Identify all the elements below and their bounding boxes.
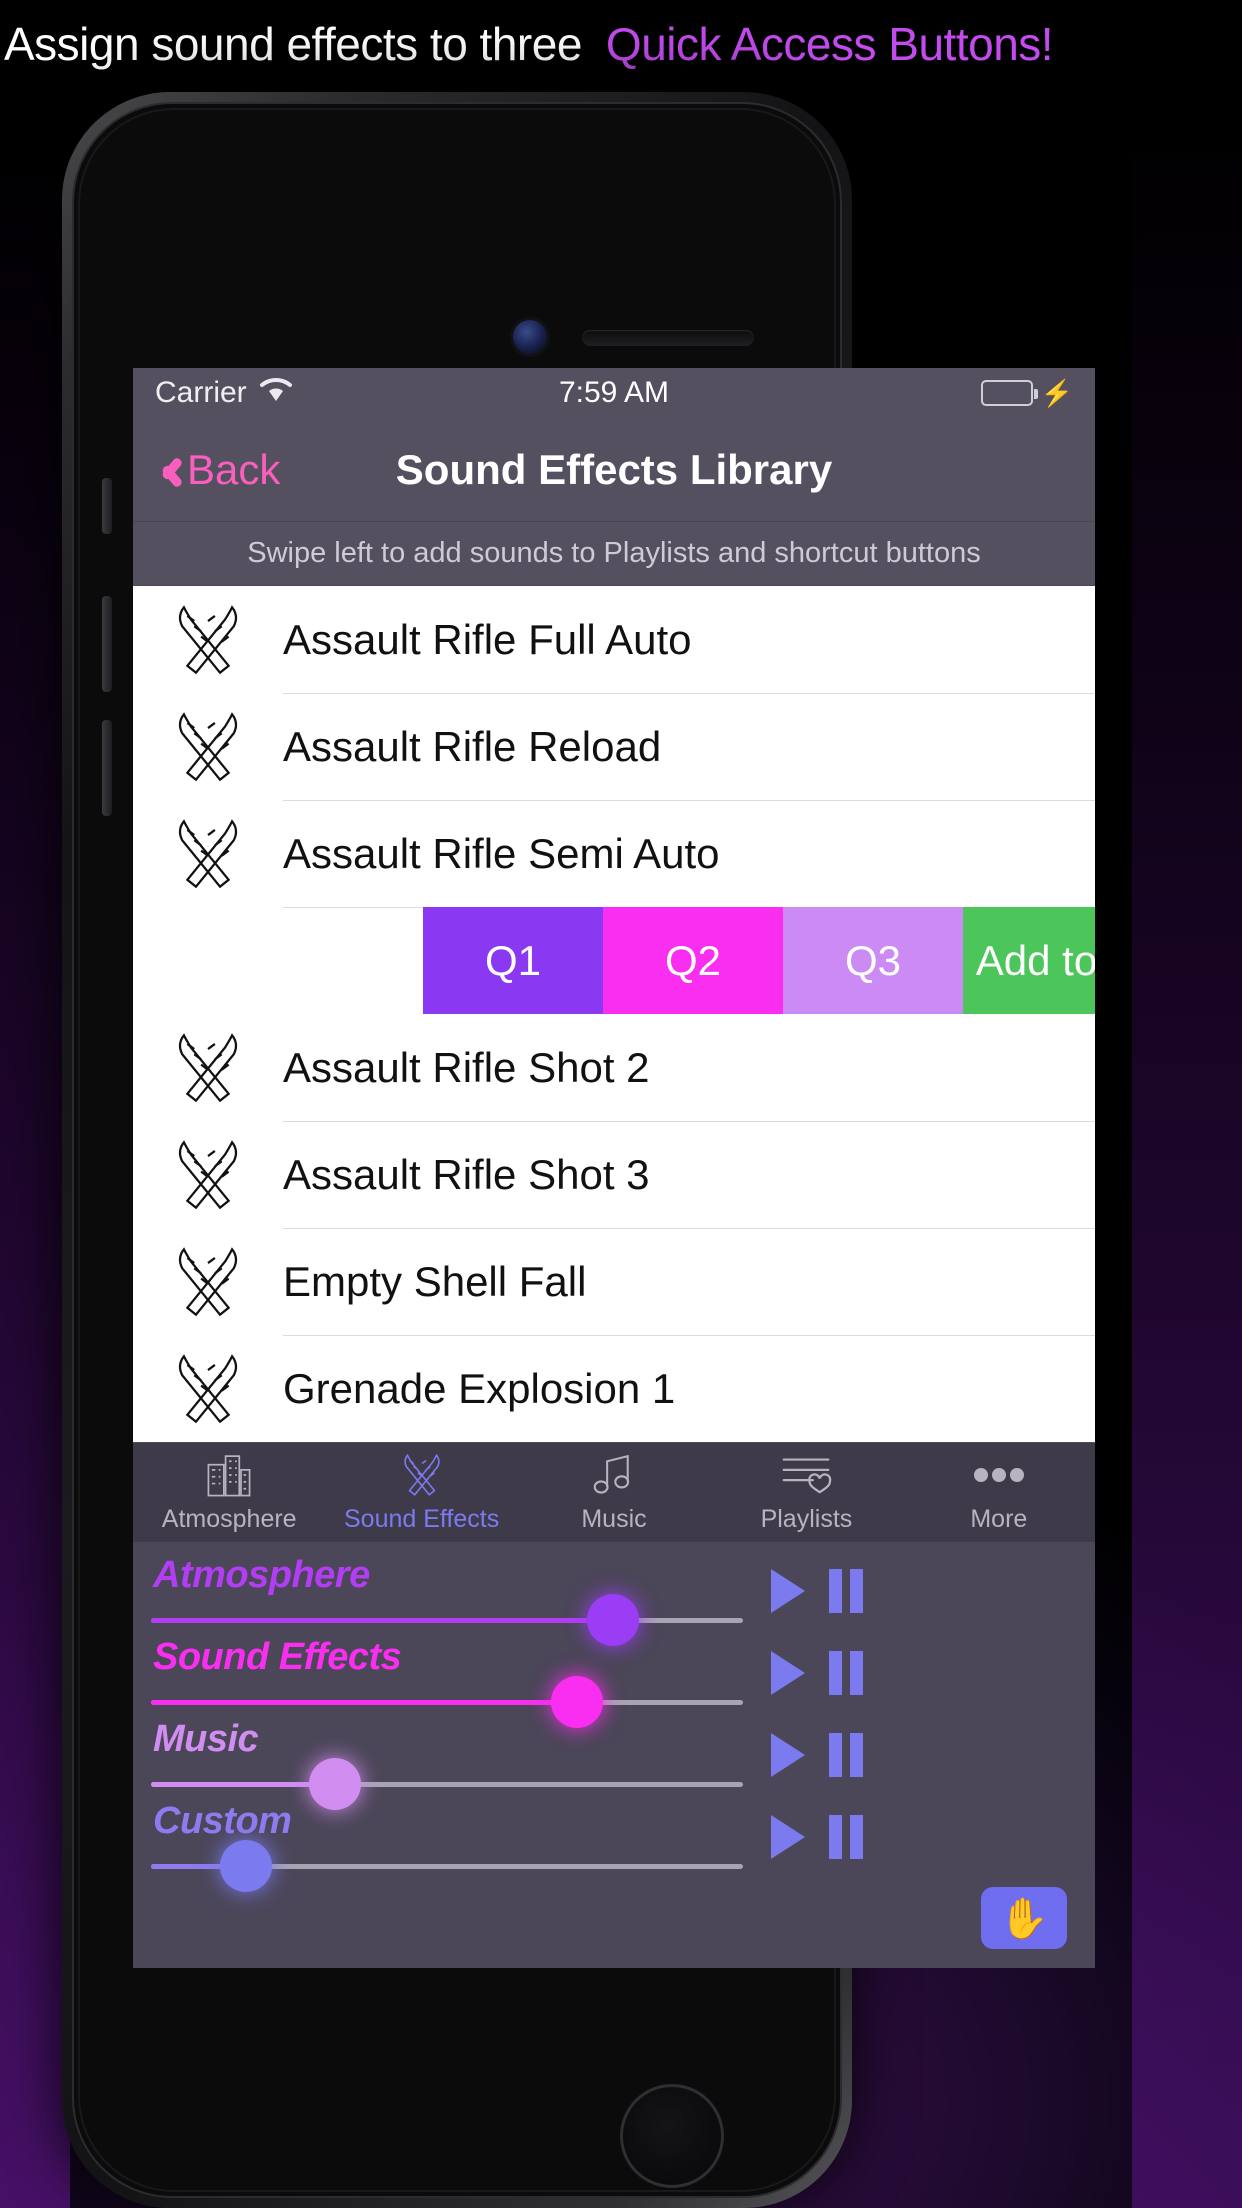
list-item[interactable]: Assault Rifle Shot 3	[133, 1121, 1095, 1228]
channel-label: Music	[153, 1717, 259, 1760]
swipe-action-label: Q2	[664, 936, 722, 984]
caption-part-1: Assign sound effects to three	[4, 18, 582, 70]
crossed-rifles-icon	[394, 1447, 450, 1503]
home-button[interactable]	[620, 2084, 724, 2188]
volume-up-button[interactable]	[102, 596, 112, 692]
hand-glyph: ✋	[999, 1896, 1049, 1941]
list-item-label: Empty Shell Fall	[283, 1257, 587, 1305]
volume-down-button[interactable]	[102, 720, 112, 816]
mixer-channel-music: Music	[133, 1714, 1095, 1810]
swipe-hint-bar: Swipe left to add sounds to Playlists an…	[133, 522, 1095, 586]
channel-label: Atmosphere	[153, 1553, 370, 1596]
swipe-actions-spacer	[133, 907, 423, 1014]
list-item[interactable]: Assault Rifle Semi Auto	[133, 800, 1095, 907]
battery-icon	[980, 380, 1038, 406]
list-item[interactable]: Empty Shell Fall	[133, 1228, 1095, 1335]
slider-music[interactable]: Music	[151, 1718, 743, 1810]
music-note-icon	[589, 1447, 639, 1503]
chevron-left-icon	[155, 451, 177, 489]
play-icon[interactable]	[771, 1733, 805, 1777]
list-item-label: Assault Rifle Semi Auto	[283, 829, 720, 877]
tab-more[interactable]: More	[903, 1447, 1095, 1534]
back-button[interactable]: Back	[133, 446, 280, 494]
play-icon[interactable]	[771, 1815, 805, 1859]
swipe-action-label: Q1	[484, 936, 542, 984]
tab-label: More	[970, 1505, 1028, 1533]
crossed-rifles-icon	[133, 1132, 283, 1218]
tab-label: Atmosphere	[161, 1505, 297, 1533]
crossed-rifles-icon	[133, 1239, 283, 1325]
quick-button-q1-action[interactable]: Q1	[423, 907, 603, 1014]
quick-button-q3-action[interactable]: Q3	[783, 907, 963, 1014]
background-glow-left	[0, 120, 70, 2208]
crossed-rifles-icon	[133, 704, 283, 790]
crossed-rifles-icon	[133, 1346, 283, 1432]
background-glow-right	[1132, 120, 1242, 2208]
transport-controls-atmosphere	[771, 1569, 863, 1613]
front-camera-icon	[513, 320, 547, 354]
transport-controls-music	[771, 1733, 863, 1777]
list-item-label: Assault Rifle Full Auto	[283, 615, 692, 663]
slider-atmosphere[interactable]: Atmosphere	[151, 1554, 743, 1646]
mixer-channel-sound-effects: Sound Effects	[133, 1632, 1095, 1728]
pause-icon[interactable]	[829, 1815, 863, 1859]
pause-icon[interactable]	[829, 1733, 863, 1777]
slider-custom[interactable]: Custom	[151, 1800, 743, 1892]
ellipsis-icon	[971, 1447, 1027, 1503]
pause-icon[interactable]	[829, 1651, 863, 1695]
tab-label: Sound Effects	[344, 1505, 500, 1533]
sound-effects-list: Assault Rifle Full Auto Assault Rifle Re…	[133, 586, 1095, 1442]
quick-button-q2-action[interactable]: Q2	[603, 907, 783, 1014]
list-item-label: Assault Rifle Shot 2	[283, 1043, 650, 1091]
channel-label: Custom	[153, 1799, 292, 1842]
tab-label: Playlists	[760, 1505, 853, 1533]
crossed-rifles-icon	[133, 1025, 283, 1111]
mute-switch[interactable]	[102, 478, 112, 534]
channel-label: Sound Effects	[153, 1635, 402, 1678]
swipe-action-label: Q3	[844, 936, 902, 984]
list-item-label: Grenade Explosion 1	[283, 1364, 676, 1412]
list-item[interactable]: Assault Rifle Reload	[133, 693, 1095, 800]
pause-icon[interactable]	[829, 1569, 863, 1613]
crossed-rifles-icon	[133, 811, 283, 897]
earpiece-speaker	[582, 330, 754, 346]
tab-music[interactable]: Music	[518, 1447, 710, 1534]
playlist-heart-icon	[778, 1447, 834, 1503]
mixer-panel: Atmosphere Sound Effects Music Custom ✋	[133, 1542, 1095, 1968]
play-icon[interactable]	[771, 1569, 805, 1613]
tab-atmosphere[interactable]: Atmosphere	[133, 1447, 325, 1534]
swipe-action-label: Add to...	[975, 936, 1095, 984]
raised-hand-icon[interactable]: ✋	[981, 1887, 1067, 1949]
list-item[interactable]: Grenade Explosion 1	[133, 1335, 1095, 1442]
tab-bar: Atmosphere Sound Effects Music Playlists…	[133, 1442, 1095, 1542]
crossed-rifles-icon	[133, 597, 283, 683]
tab-label: Music	[581, 1505, 647, 1533]
back-button-label: Back	[187, 445, 281, 493]
screenshot-root: Assign sound effects to three Quick Acce…	[0, 0, 1242, 2208]
list-item-label: Assault Rifle Reload	[283, 722, 662, 770]
phone-screen: Carrier 7:59 AM ⚡ Back Sound Effects Lib…	[133, 368, 1095, 1968]
tab-sound-effects[interactable]: Sound Effects	[325, 1447, 517, 1534]
status-bar: Carrier 7:59 AM ⚡	[133, 368, 1095, 418]
play-icon[interactable]	[771, 1651, 805, 1695]
list-item[interactable]: Assault Rifle Full Auto	[133, 586, 1095, 693]
status-bar-time: 7:59 AM	[558, 376, 670, 409]
mixer-channel-atmosphere: Atmosphere	[133, 1550, 1095, 1646]
promo-caption: Assign sound effects to three Quick Acce…	[0, 0, 1242, 88]
mixer-channel-custom: Custom	[133, 1796, 1095, 1892]
tab-playlists[interactable]: Playlists	[710, 1447, 902, 1534]
slider-sound-effects[interactable]: Sound Effects	[151, 1636, 743, 1728]
add-to-playlist-action[interactable]: Add to...	[963, 907, 1095, 1014]
transport-controls-sound-effects	[771, 1651, 863, 1695]
navigation-bar: Back Sound Effects Library	[133, 418, 1095, 522]
swipe-actions-row: Q1 Q2 Q3 Add to...	[133, 907, 1095, 1014]
list-item[interactable]: Assault Rifle Shot 2	[133, 1014, 1095, 1121]
list-item-label: Assault Rifle Shot 3	[283, 1150, 650, 1198]
transport-controls-custom	[771, 1815, 863, 1859]
caption-part-2: Quick Access Buttons!	[605, 18, 1054, 70]
city-buildings-icon	[203, 1447, 255, 1503]
swipe-hint-text: Swipe left to add sounds to Playlists an…	[247, 537, 981, 569]
